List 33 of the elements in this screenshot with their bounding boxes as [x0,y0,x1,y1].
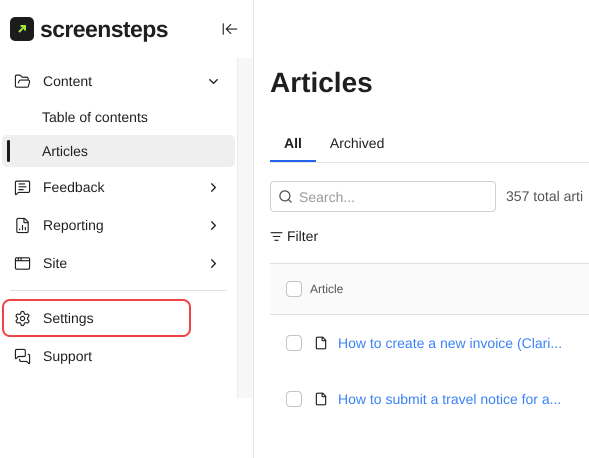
tab[interactable]: All [270,126,316,162]
filter-button[interactable]: Filter [270,226,318,247]
checkbox[interactable] [286,281,302,297]
nav-subitem[interactable]: Articles [2,135,236,167]
report-icon [14,216,31,234]
tab[interactable]: Archived [316,126,398,162]
browser-window-icon [14,254,31,272]
nav-item[interactable]: Support [2,337,236,375]
collapse-sidebar-button[interactable] [221,20,239,38]
folder-icon [14,72,31,90]
chat-bubbles-icon [14,348,31,364]
document-icon [314,336,328,350]
column-header: Article [310,281,344,298]
nav-item[interactable]: Feedback [2,168,236,206]
nav-item[interactable]: Reporting [2,206,236,244]
filter-icon [270,230,283,243]
search-icon [278,189,293,204]
search-field[interactable]: Search... [270,181,496,212]
checkbox[interactable] [286,335,302,351]
page-title: Articles [270,66,374,100]
checkbox[interactable] [286,391,302,407]
document-icon [314,392,328,406]
article-link[interactable]: How to create a new invoice (Clari... [338,332,562,354]
article-link[interactable]: How to submit a travel notice for a... [338,388,562,410]
nav-item[interactable]: Settings [2,299,191,337]
nav-subitem[interactable]: Table of contents [2,101,236,133]
nav-item[interactable]: Site [2,244,236,282]
chat-icon [14,178,31,196]
brand-name: screensteps [40,14,168,44]
settings-icon [14,310,31,326]
logo-icon [10,17,34,41]
article-count: 357 total arti [506,187,584,206]
nav-item[interactable]: Content [2,62,236,100]
